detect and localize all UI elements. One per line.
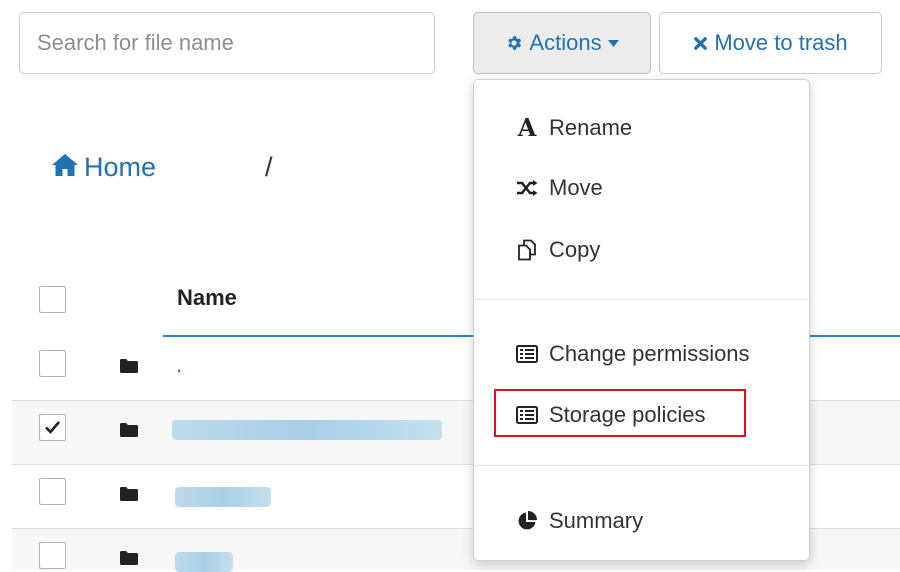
menu-item-copy[interactable]: Copy: [514, 237, 600, 263]
menu-divider: [474, 465, 809, 466]
redacted-file-name[interactable]: [175, 487, 271, 507]
redacted-file-name[interactable]: [172, 420, 442, 440]
row-checkbox[interactable]: [39, 542, 66, 569]
menu-item-label: Copy: [549, 237, 601, 262]
folder-icon: [120, 423, 138, 437]
search-input[interactable]: [19, 12, 435, 74]
close-icon: [693, 36, 708, 51]
breadcrumb-home-label: Home: [84, 152, 157, 182]
copy-icon: [514, 239, 540, 261]
file-name-link[interactable]: .: [176, 352, 182, 378]
actions-button[interactable]: Actions: [473, 12, 651, 74]
highlight-box: [494, 389, 746, 437]
folder-icon: [120, 551, 138, 565]
actions-dropdown-menu: A Rename Move Copy Change permissions St…: [473, 79, 810, 561]
menu-item-label: Change permissions: [549, 341, 750, 366]
menu-item-move[interactable]: Move: [514, 175, 603, 201]
breadcrumb-home[interactable]: Home: [52, 152, 156, 183]
column-header-name[interactable]: Name: [177, 285, 237, 311]
breadcrumb-separator: /: [265, 152, 273, 182]
menu-item-label: Summary: [549, 508, 644, 533]
menu-item-rename[interactable]: A Rename: [514, 113, 632, 142]
random-icon: [514, 180, 540, 196]
font-icon: A: [517, 113, 537, 142]
row-checkbox-checked[interactable]: [39, 414, 66, 441]
gear-icon: [505, 34, 523, 52]
menu-divider: [474, 299, 809, 300]
pie-chart-icon: [514, 511, 540, 531]
select-all-checkbox[interactable]: [39, 286, 66, 313]
caret-down-icon: [607, 39, 619, 47]
move-to-trash-button[interactable]: Move to trash: [659, 12, 882, 74]
row-checkbox[interactable]: [39, 350, 66, 377]
folder-icon: [120, 359, 138, 373]
move-to-trash-label: Move to trash: [714, 30, 848, 55]
list-alt-icon: [514, 345, 540, 363]
row-checkbox[interactable]: [39, 478, 66, 505]
actions-button-label: Actions: [529, 30, 602, 55]
menu-item-summary[interactable]: Summary: [514, 508, 643, 534]
redacted-file-name[interactable]: [175, 552, 233, 572]
menu-item-label: Rename: [549, 114, 633, 140]
home-icon: [52, 152, 78, 183]
folder-icon: [120, 487, 138, 501]
menu-item-change-permissions[interactable]: Change permissions: [514, 341, 750, 367]
menu-item-label: Move: [549, 175, 603, 200]
